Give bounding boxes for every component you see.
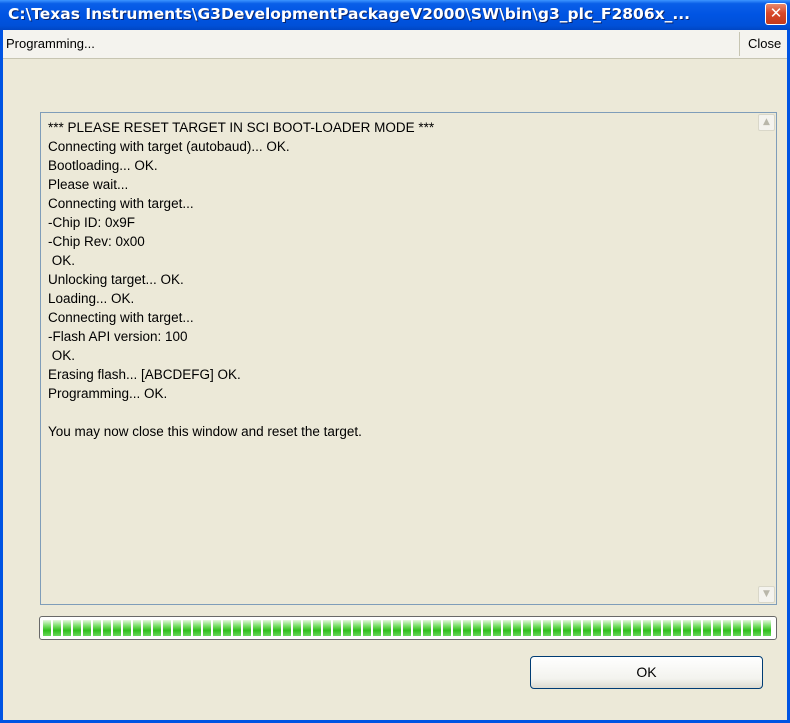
- log-scrollbar[interactable]: ▲ ▼: [758, 114, 775, 603]
- window-close-icon[interactable]: ✕: [765, 3, 787, 25]
- close-button[interactable]: Close: [748, 36, 781, 51]
- status-separator: [739, 32, 740, 56]
- scroll-up-icon[interactable]: ▲: [758, 114, 775, 131]
- progress-fill: [43, 620, 773, 636]
- ok-button[interactable]: OK: [530, 656, 763, 689]
- progress-bar: [39, 616, 777, 640]
- title-bar[interactable]: C:\Texas Instruments\G3DevelopmentPackag…: [0, 0, 790, 30]
- window-title: C:\Texas Instruments\G3DevelopmentPackag…: [8, 5, 691, 23]
- status-text: Programming...: [6, 36, 95, 51]
- log-text: *** PLEASE RESET TARGET IN SCI BOOT-LOAD…: [48, 120, 435, 439]
- output-log[interactable]: *** PLEASE RESET TARGET IN SCI BOOT-LOAD…: [40, 112, 777, 605]
- status-strip: Programming... Close: [3, 30, 787, 59]
- scroll-down-icon[interactable]: ▼: [758, 586, 775, 603]
